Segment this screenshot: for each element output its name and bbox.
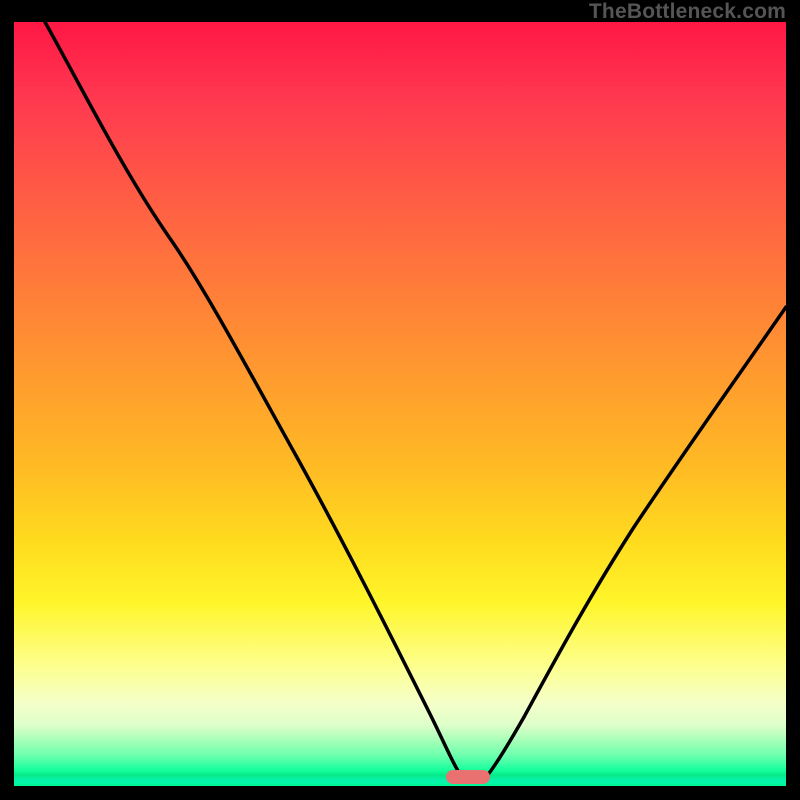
watermark-text: TheBottleneck.com	[589, 0, 786, 24]
optimal-point-marker	[446, 770, 490, 784]
bottleneck-curve	[45, 22, 786, 777]
chart-container: TheBottleneck.com	[0, 0, 800, 800]
chart-svg	[14, 22, 786, 786]
